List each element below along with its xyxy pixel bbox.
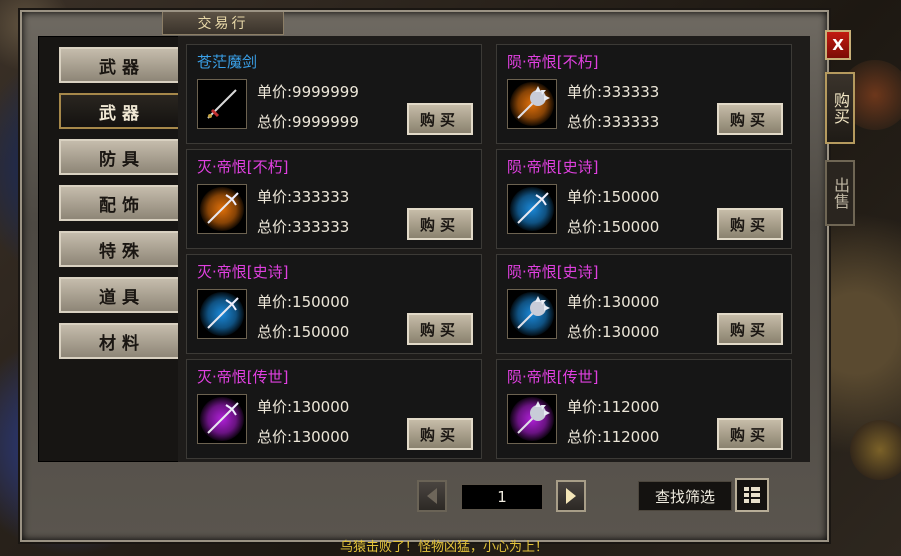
sword-icon bbox=[200, 82, 244, 126]
tab-buy[interactable]: 购买 bbox=[825, 72, 855, 144]
item-card[interactable]: 灭·帝恨[不朽] 单价:333333 总价:333333 购买 bbox=[186, 149, 482, 249]
tab-buy-label: 购买 bbox=[831, 92, 850, 124]
total-price: 总价:333333 bbox=[257, 218, 350, 236]
category-weapon-active[interactable]: 武器 bbox=[59, 93, 185, 129]
unit-price: 单价:112000 bbox=[567, 398, 660, 416]
unit-price: 单价:9999999 bbox=[257, 83, 359, 101]
next-page-button[interactable] bbox=[556, 480, 586, 512]
item-icon-slot[interactable] bbox=[197, 289, 247, 339]
item-name: 陨·帝恨[史诗] bbox=[507, 263, 599, 281]
close-button[interactable]: X bbox=[825, 30, 851, 60]
window-title: 交易行 bbox=[162, 12, 284, 35]
item-card[interactable]: 陨·帝恨[史诗] 单价:130000 总价:130000 购买 bbox=[496, 254, 792, 354]
buy-button[interactable]: 购买 bbox=[717, 418, 783, 450]
item-icon-slot[interactable] bbox=[507, 184, 557, 234]
item-card[interactable]: 陨·帝恨[传世] 单价:112000 总价:112000 购买 bbox=[496, 359, 792, 459]
unit-price: 单价:150000 bbox=[567, 188, 660, 206]
chat-message: 乌猿击败了！怪物凶猛，小心为上！ bbox=[340, 540, 549, 555]
category-weapon[interactable]: 武器 bbox=[59, 47, 185, 83]
total-price: 总价:130000 bbox=[257, 428, 350, 446]
item-name: 苍茫魔剑 bbox=[197, 53, 258, 71]
trident-icon bbox=[200, 397, 244, 441]
item-card[interactable]: 灭·帝恨[传世] 单价:130000 总价:130000 购买 bbox=[186, 359, 482, 459]
item-name: 陨·帝恨[传世] bbox=[507, 368, 599, 386]
chevron-left-icon bbox=[427, 488, 437, 504]
item-name: 陨·帝恨[史诗] bbox=[507, 158, 599, 176]
total-price: 总价:150000 bbox=[257, 323, 350, 341]
unit-price: 单价:333333 bbox=[567, 83, 660, 101]
buy-button[interactable]: 购买 bbox=[717, 313, 783, 345]
total-price: 总价:333333 bbox=[567, 113, 660, 131]
category-panel: 武器 武器 防具 配饰 特殊 道具 材料 bbox=[38, 36, 185, 462]
page-number-field[interactable]: 1 bbox=[461, 484, 543, 510]
item-name: 灭·帝恨[史诗] bbox=[197, 263, 289, 281]
item-icon-slot[interactable] bbox=[197, 79, 247, 129]
unit-price: 单价:130000 bbox=[567, 293, 660, 311]
item-name: 灭·帝恨[传世] bbox=[197, 368, 289, 386]
category-item[interactable]: 道具 bbox=[59, 277, 185, 313]
trident-icon bbox=[510, 187, 554, 231]
item-card[interactable]: 陨·帝恨[不朽] 单价:333333 总价:333333 购买 bbox=[496, 44, 792, 144]
item-icon-slot[interactable] bbox=[507, 79, 557, 129]
trident-icon bbox=[200, 292, 244, 336]
item-icon-slot[interactable] bbox=[197, 394, 247, 444]
chevron-right-icon bbox=[566, 488, 576, 504]
spiked-mace-icon bbox=[510, 292, 554, 336]
item-name: 灭·帝恨[不朽] bbox=[197, 158, 289, 176]
trident-icon bbox=[200, 187, 244, 231]
search-filter-button[interactable]: 查找筛选 bbox=[638, 481, 732, 511]
buy-button[interactable]: 购买 bbox=[717, 103, 783, 135]
spiked-mace-icon bbox=[510, 82, 554, 126]
item-grid: 苍茫魔剑 单价:9999999 总价:9999999 购买 陨·帝恨[不朽] 单… bbox=[178, 36, 810, 462]
item-card[interactable]: 陨·帝恨[史诗] 单价:150000 总价:150000 购买 bbox=[496, 149, 792, 249]
item-icon-slot[interactable] bbox=[507, 394, 557, 444]
category-special[interactable]: 特殊 bbox=[59, 231, 185, 267]
item-card[interactable]: 灭·帝恨[史诗] 单价:150000 总价:150000 购买 bbox=[186, 254, 482, 354]
category-armor[interactable]: 防具 bbox=[59, 139, 185, 175]
item-name: 陨·帝恨[不朽] bbox=[507, 53, 599, 71]
unit-price: 单价:130000 bbox=[257, 398, 350, 416]
buy-button[interactable]: 购买 bbox=[407, 313, 473, 345]
item-card[interactable]: 苍茫魔剑 单价:9999999 总价:9999999 购买 bbox=[186, 44, 482, 144]
tab-sell[interactable]: 出售 bbox=[825, 160, 855, 226]
total-price: 总价:130000 bbox=[567, 323, 660, 341]
buy-button[interactable]: 购买 bbox=[407, 418, 473, 450]
total-price: 总价:9999999 bbox=[257, 113, 359, 131]
unit-price: 单价:150000 bbox=[257, 293, 350, 311]
category-material[interactable]: 材料 bbox=[59, 323, 185, 359]
item-icon-slot[interactable] bbox=[507, 289, 557, 339]
buy-button[interactable]: 购买 bbox=[407, 103, 473, 135]
background-ornament bbox=[850, 420, 901, 480]
buy-button[interactable]: 购买 bbox=[407, 208, 473, 240]
item-icon-slot[interactable] bbox=[197, 184, 247, 234]
total-price: 总价:150000 bbox=[567, 218, 660, 236]
list-view-button[interactable] bbox=[735, 478, 769, 512]
prev-page-button[interactable] bbox=[417, 480, 447, 512]
total-price: 总价:112000 bbox=[567, 428, 660, 446]
buy-button[interactable]: 购买 bbox=[717, 208, 783, 240]
spiked-mace-icon bbox=[510, 397, 554, 441]
unit-price: 单价:333333 bbox=[257, 188, 350, 206]
list-view-icon bbox=[744, 487, 760, 503]
category-accessory[interactable]: 配饰 bbox=[59, 185, 185, 221]
tab-sell-label: 出售 bbox=[831, 177, 850, 209]
